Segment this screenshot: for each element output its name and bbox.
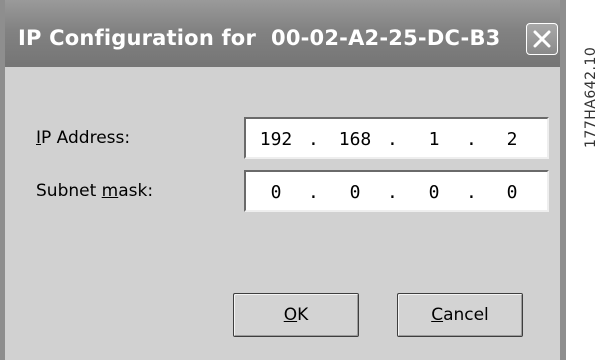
mask-separator-2: .	[387, 182, 398, 203]
close-button[interactable]	[526, 23, 558, 55]
cancel-button[interactable]: Cancel	[397, 293, 523, 337]
dialog-title: IP Configuration for 00-02-A2-25-DC-B3	[18, 26, 501, 50]
dialog-body: IP Address: 192 . 168 . 1 . 2 Subnet mas…	[5, 67, 560, 360]
ip-address-field[interactable]: 192 . 168 . 1 . 2	[244, 117, 549, 159]
ip-octet-1[interactable]: 192	[258, 129, 294, 150]
close-icon	[533, 30, 551, 48]
ip-octet-2[interactable]: 168	[337, 129, 373, 150]
ip-separator-2: .	[387, 129, 398, 150]
ip-address-label: IP Address:	[36, 128, 131, 148]
mask-separator-3: .	[466, 182, 477, 203]
subnet-mask-field[interactable]: 0 . 0 . 0 . 0	[244, 170, 549, 212]
ip-octet-4[interactable]: 2	[494, 129, 530, 150]
subnet-mask-label: Subnet mask:	[36, 181, 154, 201]
title-bar[interactable]: IP Configuration for 00-02-A2-25-DC-B3	[5, 0, 560, 67]
mask-separator-1: .	[308, 182, 319, 203]
mask-octet-1[interactable]: 0	[258, 182, 294, 203]
ip-octet-3[interactable]: 1	[416, 129, 452, 150]
ip-separator-3: .	[466, 129, 477, 150]
ok-button[interactable]: OK	[233, 293, 359, 337]
mask-octet-3[interactable]: 0	[416, 182, 452, 203]
figure-code: 177HA642.10	[583, 46, 597, 148]
ip-separator-1: .	[308, 129, 319, 150]
mask-octet-4[interactable]: 0	[494, 182, 530, 203]
mask-octet-2[interactable]: 0	[337, 182, 373, 203]
ip-configuration-dialog: IP Configuration for 00-02-A2-25-DC-B3 I…	[0, 0, 566, 360]
